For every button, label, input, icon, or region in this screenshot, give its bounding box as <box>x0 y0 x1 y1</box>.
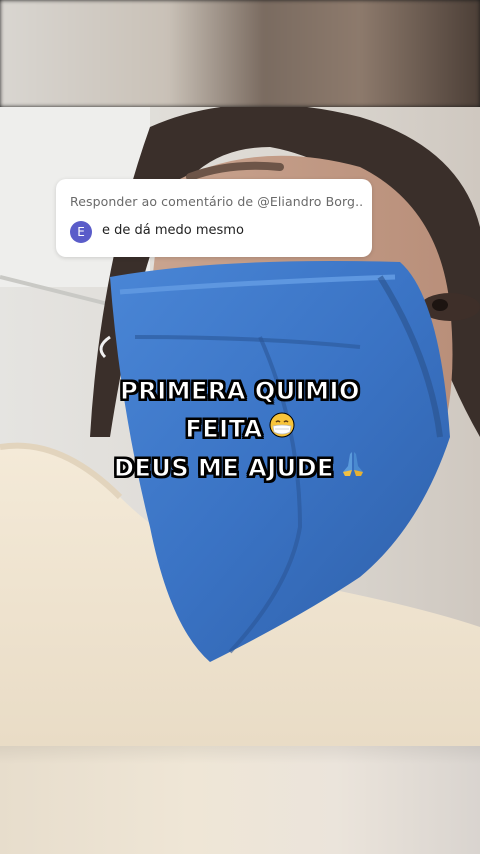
blurred-bottom-band <box>0 746 480 854</box>
blurred-top-band <box>0 0 480 107</box>
reply-header: Responder ao comentário de @Eliandro Bor… <box>70 194 362 209</box>
caption-line-3: DEUS ME AJUDE <box>0 449 480 489</box>
caption-line-1-text: PRIMERA QUIMIO <box>120 377 360 406</box>
reply-comment-text: e de dá medo mesmo <box>102 223 244 238</box>
caption-line-3-text: DEUS ME AJUDE <box>114 454 334 483</box>
caption-line-1: PRIMERA QUIMIO <box>0 372 480 410</box>
caption-line-2: FEITA <box>0 410 480 449</box>
video-caption: PRIMERA QUIMIO FEITA DEUS ME AJUDE <box>0 372 480 489</box>
video-post: Responder ao comentário de @Eliandro Bor… <box>0 0 480 854</box>
reply-comment-card[interactable]: Responder ao comentário de @Eliandro Bor… <box>56 179 372 257</box>
folded-hands-icon <box>340 450 366 489</box>
caption-line-2-text: FEITA <box>185 415 263 444</box>
face-with-medical-mask-icon <box>269 411 295 449</box>
commenter-avatar: E <box>70 221 92 243</box>
